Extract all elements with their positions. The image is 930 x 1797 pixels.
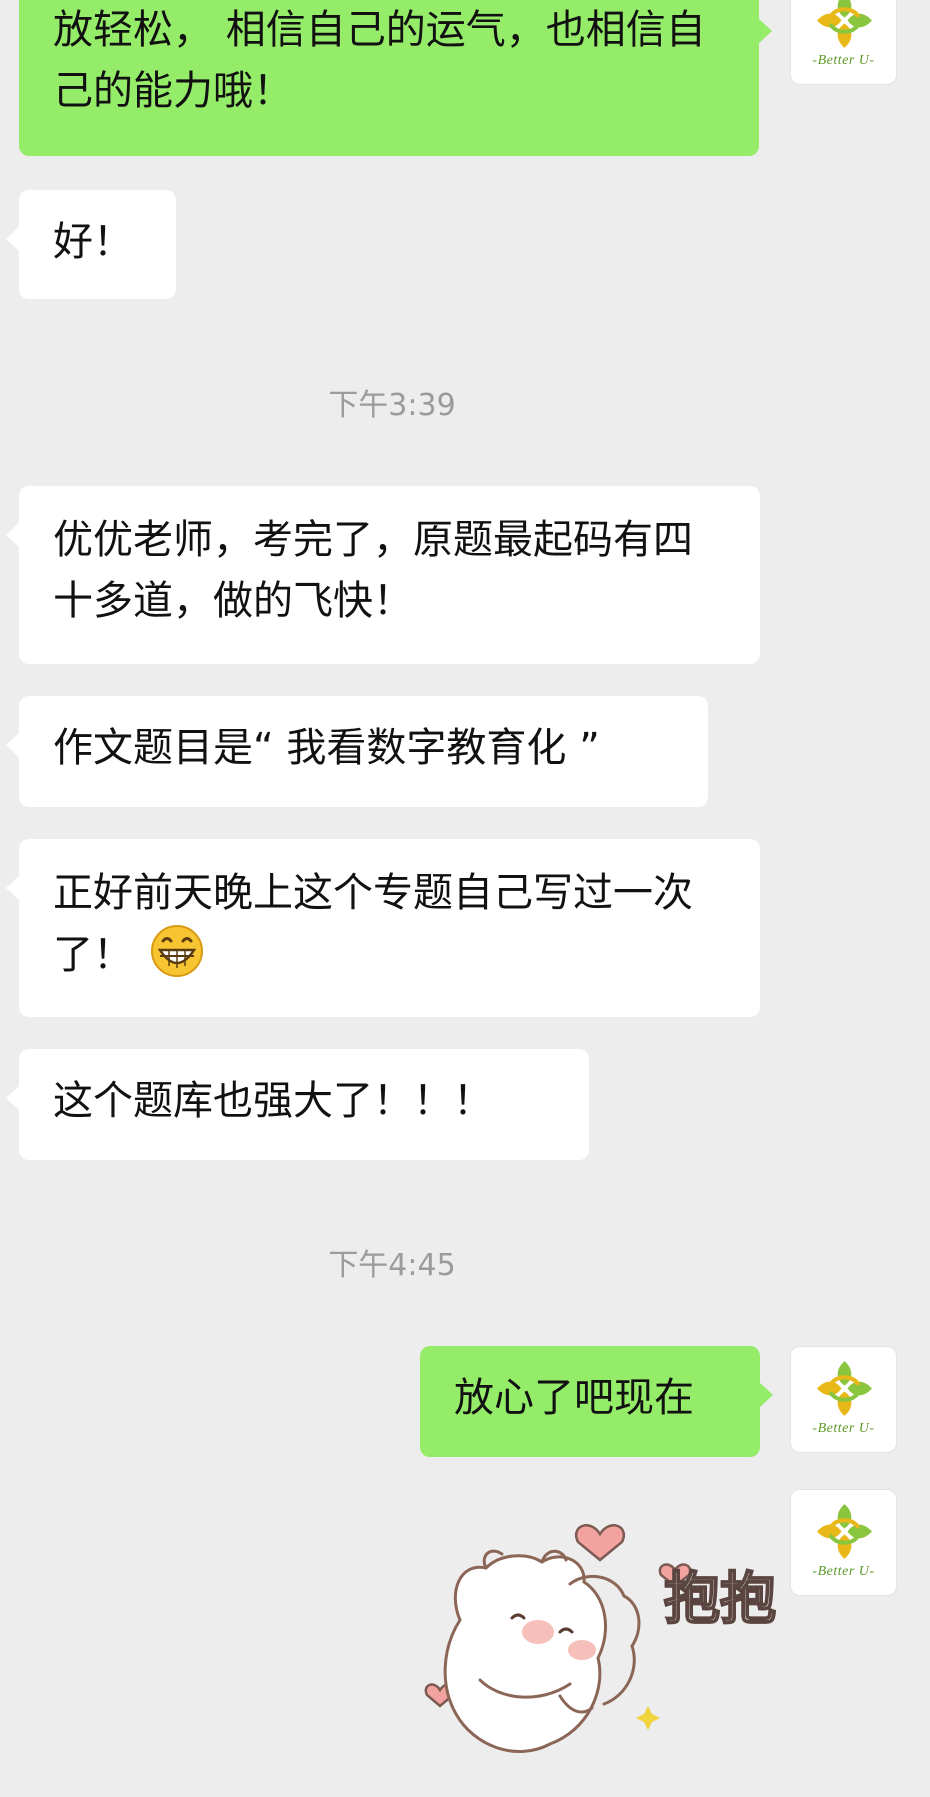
message-bubble-incoming[interactable]: 优优老师，考完了，原题最起码有四十多道，做的飞快！ [6, 486, 760, 664]
message-bubble-incoming[interactable]: 这个题库也强大了！！！ [6, 1049, 589, 1160]
hug-bear-sticker[interactable]: 抱抱 [420, 1500, 790, 1797]
avatar-brand-text: -Better U- [812, 1564, 875, 1579]
avatar[interactable]: -Better U- [790, 1489, 897, 1596]
message-text: 放心了吧现在 [454, 1375, 694, 1421]
betteru-logo-icon [813, 1357, 876, 1420]
message-text: 作文题目是“ 我看数字教育化 ” [53, 725, 600, 771]
sticker-text: 抱抱 [664, 1567, 776, 1632]
message-bubble-outgoing[interactable]: 放心了吧现在 [420, 1346, 773, 1457]
timestamp: 下午4:45 [328, 1248, 456, 1283]
betteru-logo-icon [813, 0, 876, 52]
message-bubble-incoming[interactable]: 好！ [6, 190, 176, 299]
message-bubble-incoming[interactable]: 作文题目是“ 我看数字教育化 ” [6, 696, 708, 807]
avatar[interactable]: -Better U- [790, 1346, 897, 1453]
message-text: 这个题库也强大了！！！ [53, 1078, 493, 1124]
timestamp: 下午3:39 [328, 388, 456, 423]
avatar-brand-text: -Better U- [812, 1421, 875, 1436]
chat-area[interactable]: 放轻松， 相信自己的运气，也相信自己的能力哦！ -Better U- 好！ 下午… [0, 0, 930, 1797]
avatar-brand-text: -Better U- [812, 53, 875, 68]
message-text: 好！ [53, 219, 133, 265]
message-bubble-incoming[interactable]: 正好前天晚上这个专题自己写过一次了！ [6, 839, 760, 1017]
betteru-logo-icon [813, 1500, 876, 1563]
message-text: 优优老师，考完了，原题最起码有四十多道，做的飞快！ [53, 517, 693, 624]
message-text: 放轻松， 相信自己的运气，也相信自己的能力哦！ [53, 7, 706, 114]
message-bubble-outgoing[interactable]: 放轻松， 相信自己的运气，也相信自己的能力哦！ [19, 0, 772, 156]
avatar[interactable]: -Better U- [790, 0, 897, 85]
grinning-face-icon [150, 925, 203, 977]
